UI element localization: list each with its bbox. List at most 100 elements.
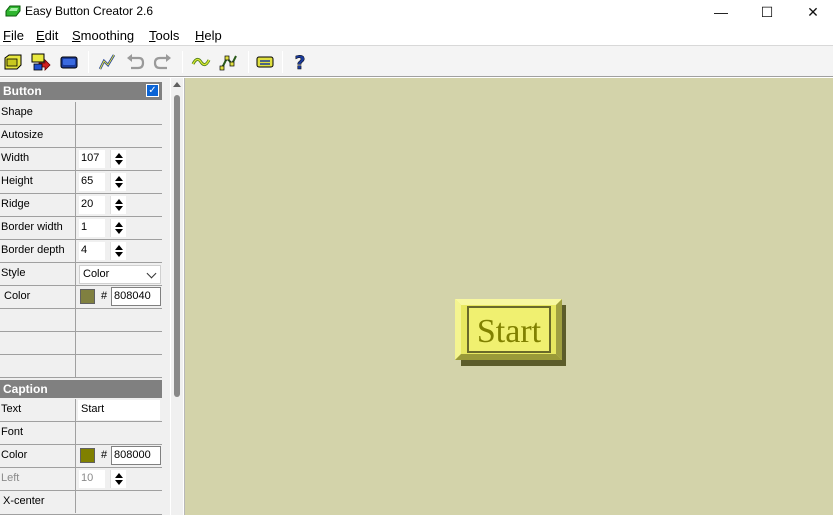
button-section-title: Button: [3, 84, 42, 98]
toolbar-separator: [248, 51, 249, 73]
menu-edit[interactable]: Edit: [36, 28, 58, 43]
menu-tools-label: ools: [155, 28, 180, 43]
spin-up-icon[interactable]: [115, 245, 123, 250]
menu-smoothing[interactable]: Smoothing: [72, 28, 134, 43]
border-width-input[interactable]: 1: [79, 219, 105, 237]
border-depth-input[interactable]: 4: [79, 242, 105, 260]
panel-scrollbar[interactable]: [171, 78, 183, 515]
style-label: Style: [0, 263, 76, 285]
font-value[interactable]: [77, 422, 162, 444]
xcenter-label: X-center: [0, 491, 76, 513]
edit-points-icon[interactable]: [217, 50, 241, 73]
minimize-button[interactable]: —: [698, 0, 744, 24]
style-select[interactable]: Color: [79, 265, 161, 284]
chevron-down-icon: [146, 268, 157, 279]
shape-value[interactable]: [77, 102, 162, 124]
menu-tools[interactable]: Tools: [149, 28, 179, 43]
new-button-icon[interactable]: [1, 50, 25, 73]
spin-up-icon[interactable]: [115, 199, 123, 204]
menu-file-mnemonic: F: [3, 28, 11, 43]
help-icon[interactable]: ?: [288, 50, 312, 73]
left-value-cell: 10: [77, 468, 162, 490]
prop-row-ridge: Ridge 20: [0, 194, 162, 217]
height-spinner[interactable]: [110, 173, 126, 191]
width-spinner[interactable]: [110, 150, 126, 168]
caption-color-value-cell: # 808000: [77, 445, 162, 467]
maximize-button[interactable]: ☐: [744, 0, 790, 24]
spin-up-icon[interactable]: [115, 473, 123, 478]
caption-color-label: Color: [0, 445, 76, 467]
button-section-checkbox[interactable]: ✓: [146, 84, 159, 97]
spin-up-icon[interactable]: [115, 153, 123, 158]
style-select-value: Color: [83, 268, 110, 280]
window-title: Easy Button Creator 2.6: [25, 4, 154, 18]
prop-row-style: Style Color: [0, 263, 162, 286]
title-bar: Easy Button Creator 2.6 — ☐ ✕: [0, 0, 833, 24]
menu-smoothing-mnemonic: S: [72, 28, 81, 43]
ridge-label: Ridge: [0, 194, 76, 216]
preview-bevel-left: [455, 299, 461, 360]
menu-file[interactable]: File: [3, 28, 24, 43]
button-preview[interactable]: Start: [455, 299, 566, 366]
spin-down-icon[interactable]: [115, 480, 123, 485]
width-input[interactable]: 107: [79, 150, 105, 168]
ridge-input[interactable]: 20: [79, 196, 105, 214]
redo-icon[interactable]: [151, 50, 175, 73]
caption-color-swatch[interactable]: [80, 448, 95, 463]
layout-icon[interactable]: [253, 50, 277, 73]
width-label: Width: [0, 148, 76, 170]
spin-down-icon[interactable]: [115, 206, 123, 211]
prop-row-border-depth: Border depth 4: [0, 240, 162, 263]
prop-row-border-width: Border width 1: [0, 217, 162, 240]
button-shape-icon[interactable]: [57, 50, 81, 73]
preview-bevel-bottom: [455, 354, 562, 360]
empty-label: [0, 332, 76, 354]
spin-up-icon[interactable]: [115, 222, 123, 227]
scrollbar-thumb[interactable]: [174, 95, 180, 397]
scroll-up-icon[interactable]: [173, 82, 181, 87]
spin-up-icon[interactable]: [115, 176, 123, 181]
button-section-header: Button ✓: [0, 82, 162, 100]
text-value-cell: Start: [77, 399, 162, 421]
caption-text-input[interactable]: Start: [78, 400, 160, 420]
border-depth-value-cell: 4: [77, 240, 162, 262]
left-label: Left: [0, 468, 76, 490]
shape-label: Shape: [0, 102, 76, 124]
close-button[interactable]: ✕: [790, 0, 833, 24]
prop-row-font: Font: [0, 422, 162, 445]
menu-edit-mnemonic: E: [36, 28, 45, 43]
toolbar-separator: [282, 51, 283, 73]
height-input[interactable]: 65: [79, 173, 105, 191]
left-input[interactable]: 10: [79, 470, 105, 488]
undo-icon[interactable]: [123, 50, 147, 73]
spin-down-icon[interactable]: [115, 183, 123, 188]
properties-panel: Button ✓ Shape Autosize Width 107 Height…: [0, 78, 170, 515]
height-value-cell: 65: [77, 171, 162, 193]
autosize-value[interactable]: [77, 125, 162, 147]
menu-smoothing-label: moothing: [80, 28, 135, 43]
border-depth-spinner[interactable]: [110, 242, 126, 260]
button-color-swatch[interactable]: [80, 289, 95, 304]
spin-down-icon[interactable]: [115, 160, 123, 165]
spin-down-icon[interactable]: [115, 229, 123, 234]
caption-color-hex-input[interactable]: 808000: [111, 446, 161, 465]
empty-label: [0, 309, 76, 331]
ridge-spinner[interactable]: [110, 196, 126, 214]
empty-label: [0, 355, 76, 377]
prop-row-shape: Shape: [0, 102, 162, 125]
smoothing-icon[interactable]: [189, 50, 213, 73]
border-width-spinner[interactable]: [110, 219, 126, 237]
spin-down-icon[interactable]: [115, 252, 123, 257]
height-label: Height: [0, 171, 76, 193]
xcenter-value[interactable]: [77, 491, 162, 513]
menu-help[interactable]: Help: [195, 28, 222, 43]
prop-row-empty: [0, 355, 162, 378]
export-icon[interactable]: [29, 50, 53, 73]
caption-section-title: Caption: [3, 382, 48, 396]
menu-help-mnemonic: H: [195, 28, 205, 43]
app-logo-icon: [5, 5, 21, 17]
prop-row-caption-color: Color # 808000: [0, 445, 162, 468]
left-spinner[interactable]: [110, 470, 126, 488]
draw-icon[interactable]: [95, 50, 119, 73]
button-color-hex-input[interactable]: 808040: [111, 287, 161, 306]
